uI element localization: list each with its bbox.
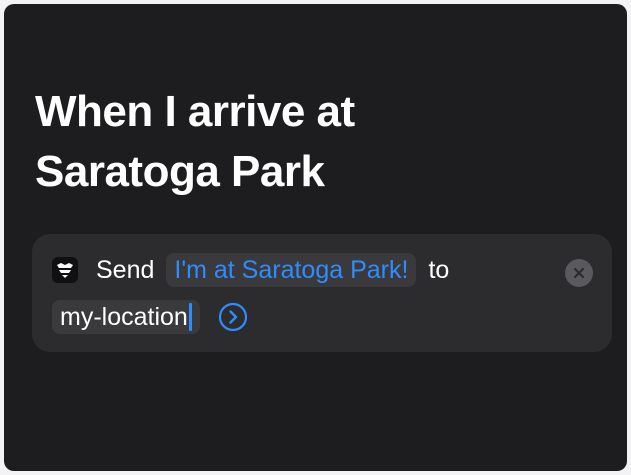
recipient-field[interactable]: my-location bbox=[52, 300, 200, 334]
recipient-value: my-location bbox=[60, 303, 188, 331]
remove-action-button[interactable] bbox=[565, 259, 593, 287]
expand-action-button[interactable] bbox=[218, 302, 248, 332]
text-cursor bbox=[188, 303, 192, 331]
send-label: Send bbox=[96, 256, 155, 284]
close-icon bbox=[573, 267, 585, 279]
message-token[interactable]: I'm at Saratoga Park! bbox=[166, 253, 417, 287]
recipient-row: my-location bbox=[52, 300, 248, 334]
messages-app-icon bbox=[52, 257, 78, 283]
title-line-2: Saratoga Park bbox=[35, 147, 325, 196]
action-row: Send I'm at Saratoga Park! to bbox=[52, 253, 449, 287]
send-message-action-card[interactable]: Send I'm at Saratoga Park! to my-locatio… bbox=[32, 234, 612, 352]
title-line-1: When I arrive at bbox=[35, 87, 355, 136]
automation-title: When I arrive at Saratoga Park bbox=[35, 82, 595, 202]
automation-screen: When I arrive at Saratoga Park Send I'm … bbox=[4, 4, 627, 471]
to-label: to bbox=[428, 256, 450, 284]
chevron-right-circle-icon bbox=[218, 302, 247, 332]
